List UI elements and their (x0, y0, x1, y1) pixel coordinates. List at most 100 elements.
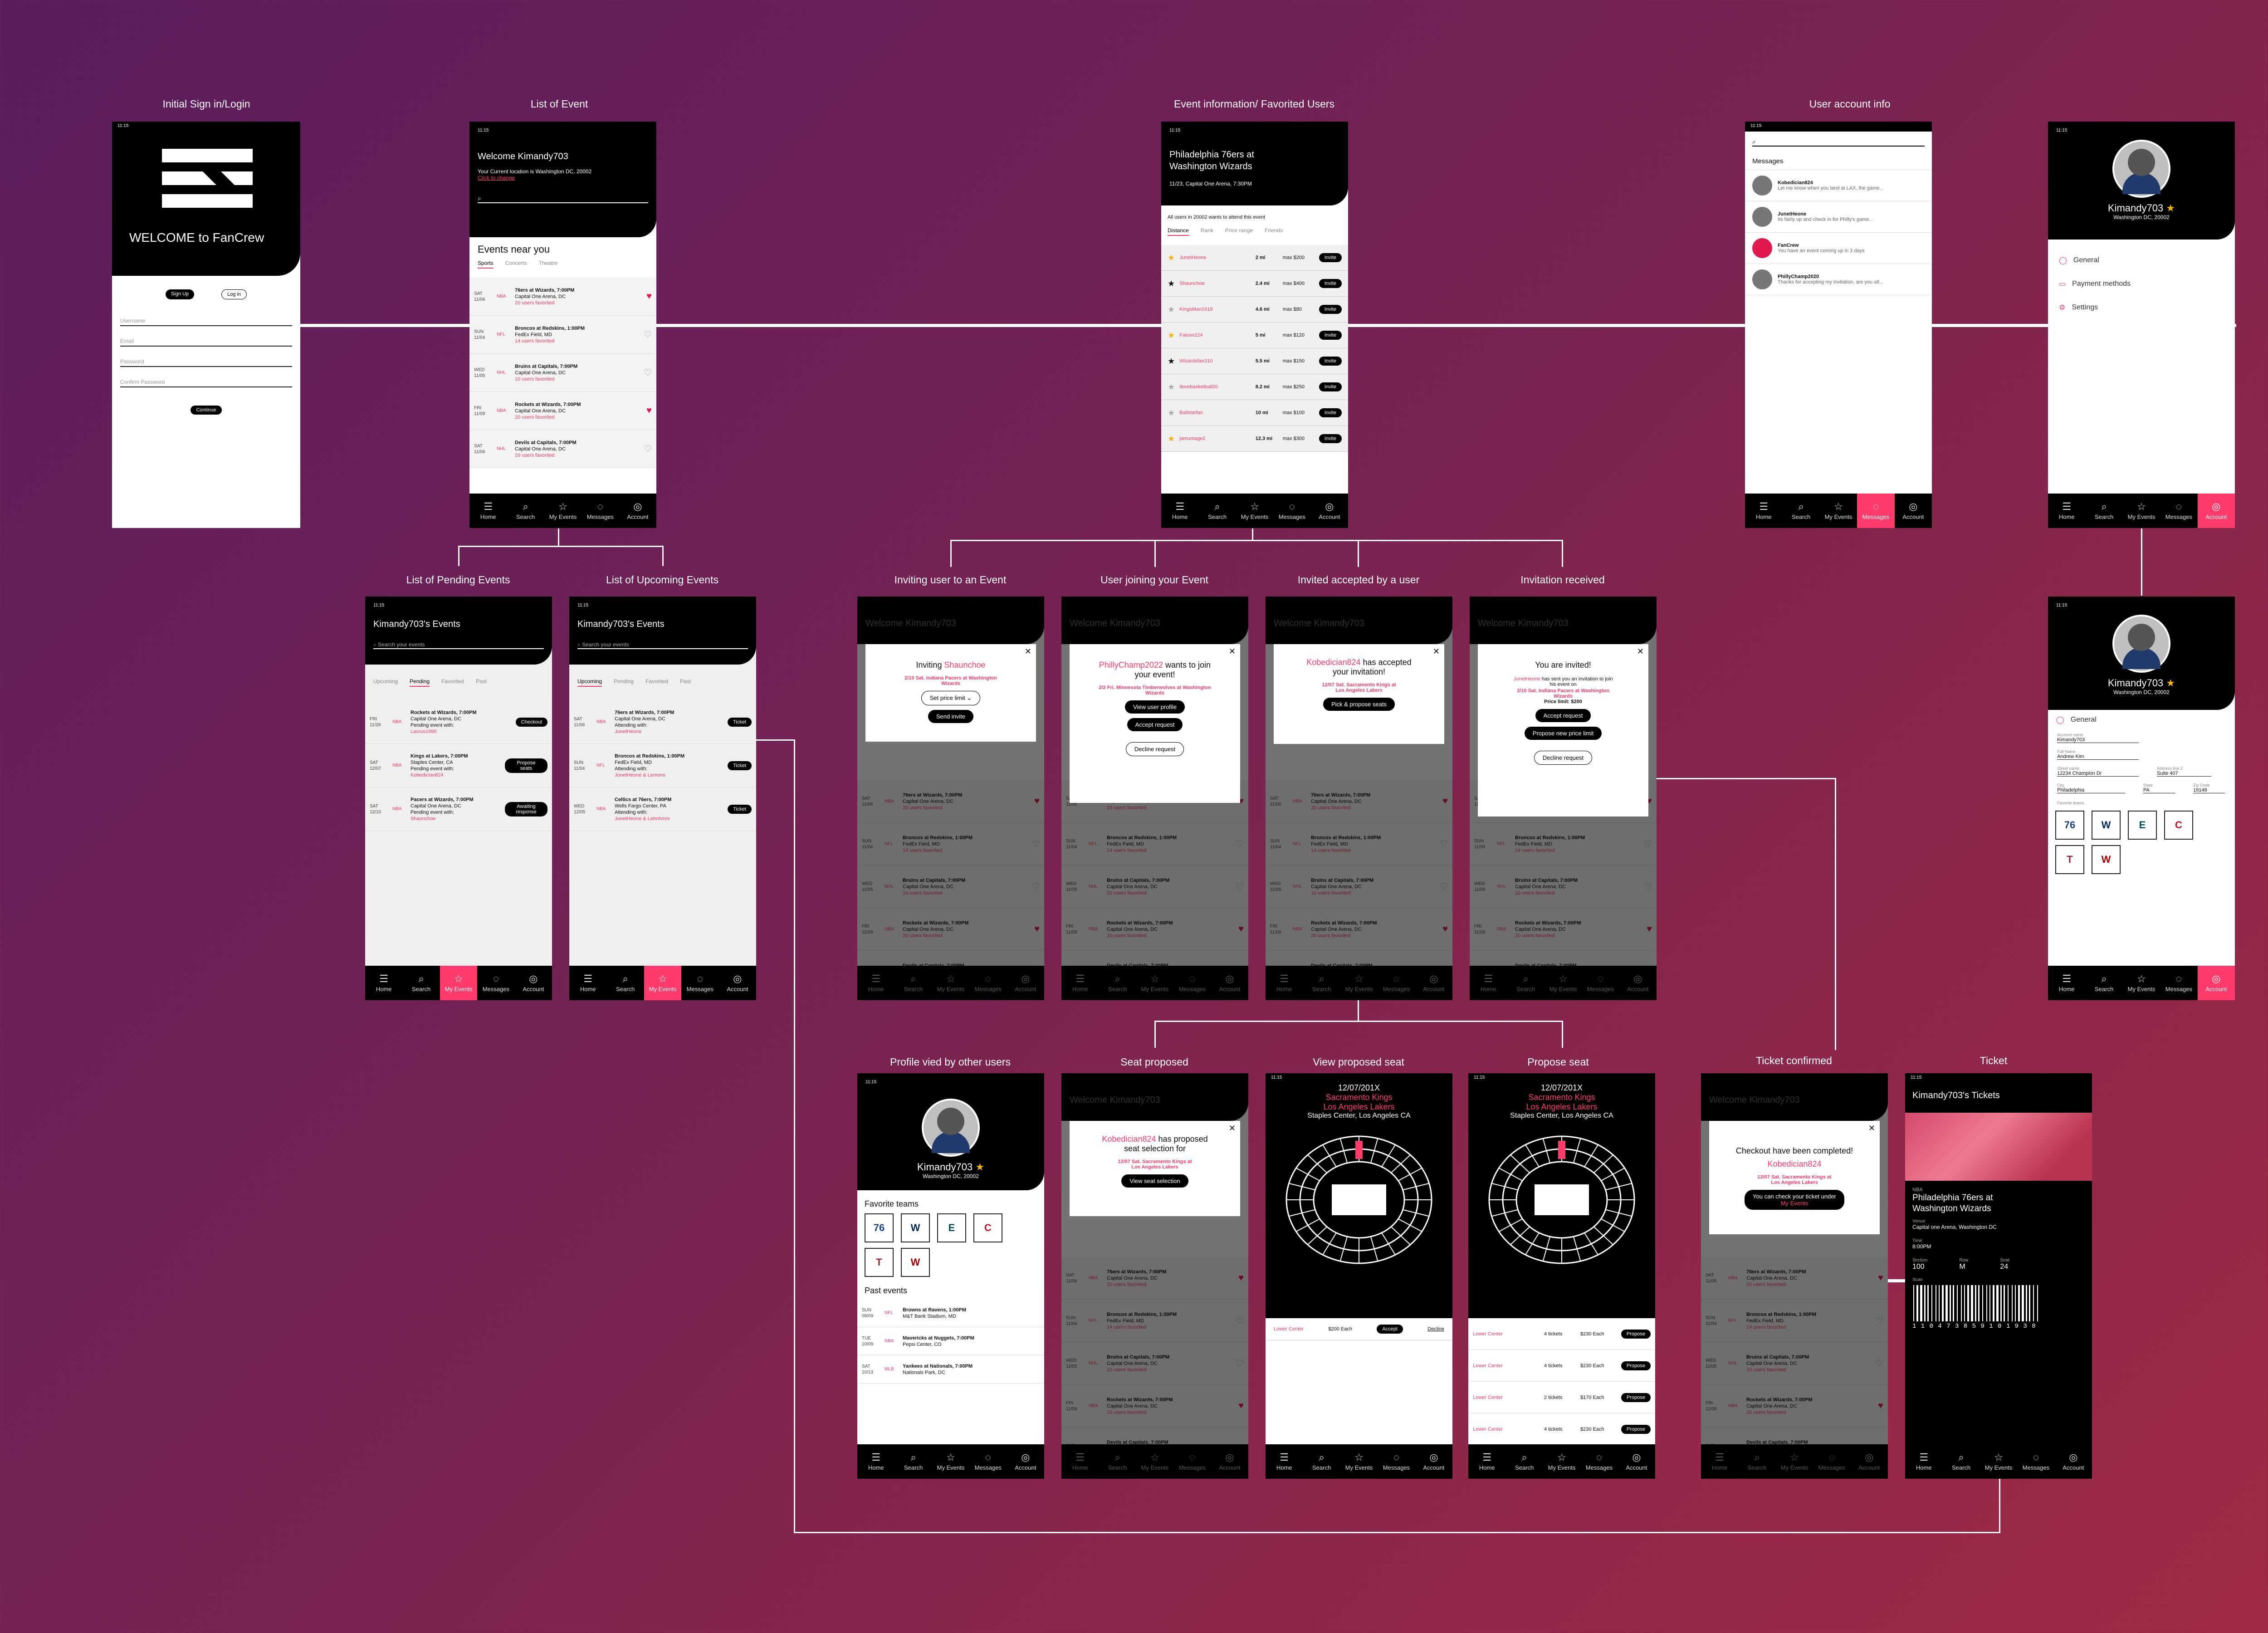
nav-home[interactable]: ☰ Home (1468, 1444, 1505, 1479)
event-companion[interactable]: JunetHeone & Lemons (615, 772, 665, 778)
street-field[interactable]: 12234 Champion Dr (2057, 771, 2139, 777)
nav-messages[interactable]: ◌ Messages (1582, 966, 1619, 1000)
tab-distance[interactable]: Distance (1168, 227, 1189, 236)
nav-account[interactable]: ◎ Account (2197, 494, 2235, 528)
nav-my-events[interactable]: ☆ My Events (1820, 494, 1857, 528)
change-location-link[interactable]: Click to change (478, 175, 648, 181)
tab-upcoming[interactable]: Upcoming (373, 678, 398, 687)
event-action-button[interactable]: Ticket (728, 717, 752, 727)
propose-price-button[interactable]: Propose new price limit (1524, 727, 1602, 740)
invite-button[interactable]: Invite (1319, 331, 1342, 340)
invite-button[interactable]: Invite (1319, 253, 1342, 262)
nav-home[interactable]: ☰ Home (857, 966, 894, 1000)
invite-button[interactable]: Invite (1319, 357, 1342, 366)
nav-search[interactable]: ⌕ Search (1942, 1444, 1980, 1479)
search-events-input[interactable]: ⌕ Search your events (373, 641, 544, 649)
nav-messages[interactable]: ◌ Messages (1813, 1444, 1850, 1479)
nav-home[interactable]: ☰ Home (2048, 494, 2085, 528)
event-row[interactable]: FRI 11/09 NBA Rockets at Wizards, 7:00PM… (469, 392, 656, 430)
message-item[interactable]: Kobedician824 Let me know when you land a… (1745, 170, 1932, 201)
search-input[interactable]: ⌕ (478, 195, 648, 203)
nav-search[interactable]: ⌕ Search (1505, 1444, 1543, 1479)
invite-button[interactable]: Invite (1319, 305, 1342, 314)
tab-pending[interactable]: Pending (614, 678, 634, 687)
decline-request-button[interactable]: Decline request (1125, 742, 1184, 756)
general-item[interactable]: ◯ General (2048, 249, 2235, 272)
tab-concerts[interactable]: Concerts (505, 260, 527, 269)
nav-account[interactable]: ◎ Account (1415, 966, 1452, 1000)
event-action-button[interactable]: Propose seats (505, 758, 547, 773)
propose-button[interactable]: Propose (1621, 1424, 1651, 1434)
state-field[interactable]: PA (2143, 787, 2175, 793)
nav-search[interactable]: ⌕ Search (2085, 966, 2122, 1000)
nav-account[interactable]: ◎ Account (719, 966, 756, 1000)
nav-home[interactable]: ☰ Home (1161, 494, 1198, 528)
invite-button[interactable]: Invite (1319, 279, 1342, 288)
nav-account[interactable]: ◎ Account (1851, 1444, 1888, 1479)
nav-home[interactable]: ☰ Home (857, 1444, 894, 1479)
search-input[interactable]: ⌕ (1752, 138, 1925, 147)
selected-section[interactable] (1355, 1141, 1363, 1159)
zip-field[interactable]: 19148 (2193, 787, 2225, 793)
nav-account[interactable]: ◎ Account (619, 494, 656, 528)
nav-messages[interactable]: ◌ Messages (1273, 494, 1310, 528)
nav-home[interactable]: ☰ Home (365, 966, 402, 1000)
nav-home[interactable]: ☰ Home (1745, 494, 1782, 528)
city-field[interactable]: Philadelphia (2057, 787, 2125, 793)
login-button[interactable]: Log in (221, 289, 247, 299)
nav-home[interactable]: ☰ Home (1266, 1444, 1303, 1479)
nav-account[interactable]: ◎ Account (1895, 494, 1932, 528)
close-icon[interactable]: ✕ (1433, 647, 1440, 656)
payment-item[interactable]: ▭ Payment methods (2048, 272, 2235, 296)
event-companion[interactable]: Shaunchoe (411, 816, 436, 821)
nav-my-events[interactable]: ☆ My Events (644, 966, 682, 1000)
nav-search[interactable]: ⌕ Search (1198, 494, 1236, 528)
nav-account[interactable]: ◎ Account (2055, 1444, 2092, 1479)
message-item[interactable]: FanCrew You have an event coming up in 3 … (1745, 233, 1932, 264)
close-icon[interactable]: ✕ (1229, 647, 1236, 656)
nav-search[interactable]: ⌕ Search (402, 966, 440, 1000)
general-item[interactable]: ◯ General (2048, 710, 2235, 730)
password-field[interactable]: Password (120, 358, 292, 367)
nav-account[interactable]: ◎ Account (1619, 966, 1657, 1000)
pick-seats-button[interactable]: Pick & propose seats (1323, 698, 1395, 711)
nav-home[interactable]: ☰ Home (1701, 1444, 1738, 1479)
nav-messages[interactable]: ◌ Messages (582, 494, 619, 528)
nav-my-events[interactable]: ☆ My Events (1340, 1444, 1378, 1479)
event-companion[interactable]: JunetHeone (615, 729, 641, 734)
nav-my-events[interactable]: ☆ My Events (932, 966, 969, 1000)
propose-button[interactable]: Propose (1621, 1329, 1651, 1339)
tab-favorited[interactable]: Favorited (645, 678, 668, 687)
event-row[interactable]: SUN 11/04 NFL Broncos at Redskins, 1:00P… (469, 316, 656, 354)
accept-request-button[interactable]: Accept request (1535, 709, 1591, 722)
user-name[interactable]: JunetHeone (1179, 255, 1251, 260)
nav-search[interactable]: ⌕ Search (2085, 494, 2122, 528)
tab-favorited[interactable]: Favorited (441, 678, 464, 687)
decline-seat-button[interactable]: Decline (1427, 1326, 1444, 1332)
nav-search[interactable]: ⌕ Search (1099, 966, 1136, 1000)
nav-search[interactable]: ⌕ Search (1303, 966, 1340, 1000)
heart-icon[interactable]: ♥ (646, 406, 652, 416)
nav-my-events[interactable]: ☆ My Events (1236, 494, 1273, 528)
nav-home[interactable]: ☰ Home (1061, 1444, 1099, 1479)
apt-field[interactable]: Suite 407 (2157, 771, 2211, 777)
nav-my-events[interactable]: ☆ My Events (1340, 966, 1378, 1000)
nav-my-events[interactable]: ☆ My Events (932, 1444, 969, 1479)
nav-messages[interactable]: ◌ Messages (2017, 1444, 2054, 1479)
nav-search[interactable]: ⌕ Search (894, 966, 932, 1000)
nav-my-events[interactable]: ☆ My Events (1136, 966, 1173, 1000)
nav-my-events[interactable]: ☆ My Events (1136, 1444, 1173, 1479)
event-action-button[interactable]: Ticket (728, 761, 752, 770)
nav-messages[interactable]: ◌ Messages (1378, 1444, 1415, 1479)
close-icon[interactable]: ✕ (1868, 1124, 1875, 1133)
nav-search[interactable]: ⌕ Search (606, 966, 644, 1000)
tab-pending[interactable]: Pending (410, 678, 430, 687)
email-field[interactable]: Email (120, 338, 292, 347)
message-item[interactable]: JunetHeone Its fairly up and check in for… (1745, 201, 1932, 233)
price-limit-select[interactable]: Set price limit ⌄ (921, 691, 981, 705)
nav-account[interactable]: ◎ Account (2197, 966, 2235, 1000)
heart-icon[interactable]: ♡ (644, 443, 652, 455)
nav-messages[interactable]: ◌ Messages (969, 1444, 1007, 1479)
tab-theatre[interactable]: Theatre (539, 260, 557, 269)
past-event-row[interactable]: TUE 10/09 NBA Mavericks at Nuggets, 7:00… (857, 1327, 1044, 1355)
